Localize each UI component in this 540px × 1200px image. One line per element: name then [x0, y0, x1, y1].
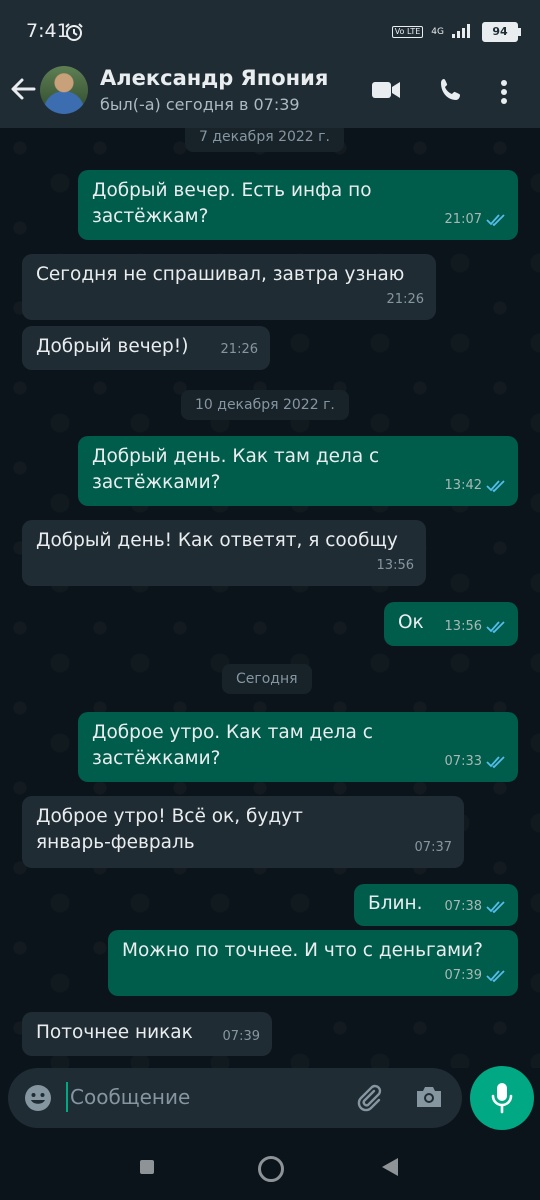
message-outgoing[interactable]: Добрый день. Как там дела с застёжками? … — [78, 436, 518, 506]
attach-icon[interactable] — [354, 1082, 384, 1116]
message-incoming[interactable]: Доброе утро! Всё ок, будут январь-феврал… — [22, 796, 464, 868]
read-ticks-icon — [486, 480, 505, 492]
status-bar: 7:41 Vo LTE 4G 94 — [0, 0, 540, 62]
message-time: 07:33 — [444, 754, 482, 769]
message-meta: 13:42 — [445, 473, 506, 499]
contact-last-seen[interactable]: был(-а) сегодня в 07:39 — [100, 95, 300, 114]
message-time: 13:56 — [444, 619, 482, 634]
message-text: Поточнее никак — [36, 1022, 193, 1043]
avatar[interactable] — [40, 66, 88, 114]
nav-back-icon[interactable] — [382, 1158, 398, 1176]
message-text: Сегодня не спрашивал, завтра узнаю — [36, 264, 405, 285]
message-text: Блин. — [368, 893, 423, 914]
message-outgoing[interactable]: Блин. 07:38 — [354, 884, 518, 926]
video-call-icon[interactable] — [371, 77, 401, 107]
network-type: 4G — [431, 27, 444, 37]
message-input[interactable] — [66, 1082, 330, 1112]
message-text: Доброе утро. Как там дела с застёжками? — [92, 722, 373, 769]
message-outgoing[interactable]: Можно по точнее. И что с деньгами? 07:39 — [108, 930, 518, 996]
read-ticks-icon — [486, 214, 505, 226]
message-time: 07:37 — [414, 840, 452, 855]
read-ticks-icon — [486, 756, 505, 768]
message-incoming[interactable]: Добрый вечер!) 21:26 — [22, 326, 270, 370]
message-meta: 07:39 — [223, 1024, 260, 1050]
chat-header: Александр Япония был(-а) сегодня в 07:39 — [0, 62, 540, 128]
message-outgoing[interactable]: Доброе утро. Как там дела с застёжками? … — [78, 712, 518, 782]
message-meta: 13:56 — [445, 614, 506, 640]
date-separator: 7 декабря 2022 г. — [185, 128, 344, 152]
battery-indicator: 94 — [482, 22, 521, 42]
chat-area[interactable]: 7 декабря 2022 г. Добрый вечер. Есть инф… — [0, 128, 540, 1068]
message-meta: 21:26 — [221, 337, 258, 363]
message-text: Добрый вечер. Есть инфа по застёжкам? — [92, 180, 372, 227]
message-meta: 13:56 — [377, 553, 414, 579]
message-text: Добрый вечер!) — [36, 336, 189, 357]
status-time: 7:41 — [26, 20, 69, 42]
message-text: Можно по точнее. И что с деньгами? — [122, 940, 483, 961]
contact-name[interactable]: Александр Япония — [100, 66, 328, 90]
message-time: 07:39 — [444, 968, 482, 983]
message-text: Добрый день. Как там дела с застёжками? — [92, 446, 380, 493]
status-indicators: Vo LTE 4G 94 — [391, 22, 521, 42]
message-meta: 21:07 — [445, 207, 506, 233]
back-arrow-icon[interactable] — [10, 76, 36, 106]
message-time: 21:07 — [444, 212, 482, 227]
read-ticks-icon — [486, 621, 505, 633]
date-separator: Сегодня — [222, 664, 312, 694]
message-incoming[interactable]: Добрый день! Как ответят, я сообщу 13:56 — [22, 520, 426, 586]
message-meta: 07:37 — [415, 835, 452, 861]
camera-icon[interactable] — [414, 1084, 444, 1114]
message-meta: 21:26 — [387, 287, 424, 313]
volte-indicator: Vo LTE — [391, 26, 424, 38]
message-meta: 07:39 — [445, 963, 506, 989]
more-options-icon[interactable] — [500, 79, 508, 109]
recents-icon[interactable] — [140, 1160, 154, 1174]
message-time: 13:42 — [444, 478, 482, 493]
message-meta: 07:38 — [445, 894, 506, 920]
message-text: Доброе утро! Всё ок, будут январь-феврал… — [36, 806, 303, 853]
message-time: 07:39 — [222, 1029, 260, 1044]
date-separator: 10 декабря 2022 г. — [181, 390, 349, 420]
message-outgoing[interactable]: Ок 13:56 — [384, 602, 518, 646]
voice-record-button[interactable] — [470, 1066, 534, 1130]
home-icon[interactable] — [258, 1156, 284, 1182]
emoji-icon[interactable] — [24, 1084, 52, 1116]
microphone-icon — [491, 1083, 513, 1114]
message-text: Добрый день! Как ответят, я сообщу — [36, 530, 398, 551]
message-text: Ок — [398, 612, 424, 633]
message-time: 21:26 — [220, 342, 258, 357]
message-meta: 07:33 — [445, 749, 506, 775]
system-nav-bar — [0, 1134, 540, 1200]
message-outgoing[interactable]: Добрый вечер. Есть инфа по застёжкам? 21… — [78, 170, 518, 240]
message-time: 21:26 — [386, 292, 424, 307]
read-ticks-icon — [486, 901, 505, 913]
phone-call-icon[interactable] — [438, 77, 464, 107]
message-composer — [8, 1068, 462, 1128]
message-incoming[interactable]: Сегодня не спрашивал, завтра узнаю 21:26 — [22, 254, 436, 320]
signal-icon — [452, 22, 474, 42]
message-incoming[interactable]: Поточнее никак 07:39 — [22, 1012, 272, 1056]
read-ticks-icon — [486, 970, 505, 982]
message-time: 13:56 — [376, 558, 414, 573]
alarm-icon — [64, 22, 84, 46]
message-time: 07:38 — [444, 899, 482, 914]
